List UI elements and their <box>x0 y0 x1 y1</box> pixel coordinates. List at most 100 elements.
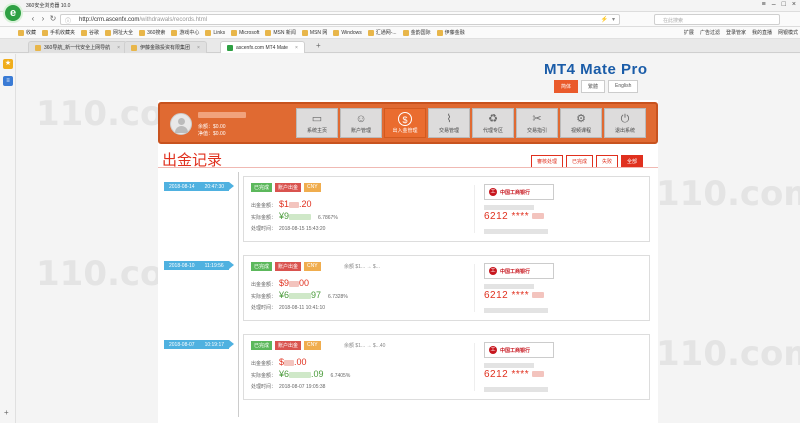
record-date: 2018-08-10 <box>169 263 195 269</box>
card-number: 6212 **** <box>484 369 545 380</box>
close-tab-icon[interactable]: × <box>197 45 200 51</box>
refresh-icon[interactable]: ↻ <box>48 14 58 24</box>
folder-icon <box>333 29 340 36</box>
bookmark-item[interactable]: 网址大全 <box>105 29 133 36</box>
bookmark-item[interactable]: 360搜索 <box>139 29 165 36</box>
url-input[interactable]: ⓘ http://crm.ascenfx.com/withdrawals/rec… <box>60 14 620 25</box>
tab-yiteng[interactable]: 伊藤金融投资有限集团 × <box>124 41 207 53</box>
forward-icon[interactable]: › <box>38 14 48 24</box>
bank-name: 中国工商银行 <box>500 347 531 354</box>
menu-item-label: 账户管理 <box>350 128 371 134</box>
folder-icon <box>265 29 272 36</box>
bookmark-item[interactable]: Links <box>205 29 225 36</box>
new-tab-icon[interactable]: + <box>316 41 321 50</box>
browser-sidebar: ★ ≡ + <box>0 54 16 423</box>
main-menu: ▭ 系统主页 ☺ 账户管理 $ 出入金管理 ⌇ 交易管理 ♻ 代理专区 ✂ 交易指引 ⚙ 视频课程 ⏻ 退出系… <box>296 108 646 138</box>
bank-logo: 工 中国工商银行 <box>484 184 554 200</box>
record-date-tag: 2018-08-07 10:19:17 <box>164 340 235 349</box>
out-amount-suffix: .00 <box>294 357 307 367</box>
bookmark-item[interactable]: MSN 新闻 <box>265 29 296 36</box>
bookmark-item[interactable]: 游戏中心 <box>171 29 199 36</box>
folder-icon <box>105 29 112 36</box>
actual-amount-suffix: .09 <box>311 369 324 379</box>
tools-icon: ✂ <box>532 113 542 125</box>
tab-label: 360导航_新一代安全上网导航 <box>44 45 111 51</box>
menu-item-3[interactable]: ⌇ 交易管理 <box>428 108 470 138</box>
toolbar-extension-item[interactable]: 扩展 <box>684 29 694 36</box>
account-name-redacted <box>198 112 246 118</box>
brand-title: MT4 Mate Pro <box>544 61 648 78</box>
bookmark-item[interactable]: 谷歌 <box>81 29 99 36</box>
menu-item-label: 交易指引 <box>526 128 547 134</box>
search-input[interactable]: 在此搜索 <box>654 14 780 25</box>
toolbar-extension-item[interactable]: 网银模式 <box>778 29 798 36</box>
menu-item-1[interactable]: ☺ 账户管理 <box>340 108 382 138</box>
record-card: 已完成 账户出金 CNY 余额 $1... → $...40 出金金额： $ .00 … <box>243 334 650 400</box>
user-icon: ☺ <box>355 113 367 125</box>
redacted-digits <box>289 201 300 208</box>
record-tags: 已完成 账户出金 CNY <box>251 262 321 271</box>
redacted-bank-branch <box>484 229 548 234</box>
tab-favicon <box>35 44 41 51</box>
lang-english[interactable]: English <box>608 80 639 93</box>
lang-simplified[interactable]: 简体 <box>554 80 579 93</box>
close-tab-icon[interactable]: × <box>295 45 298 51</box>
record-date: 2018-08-14 <box>169 184 195 190</box>
menu-icon[interactable]: ≡ <box>762 1 766 8</box>
record-time: 11:19:56 <box>204 263 224 269</box>
close-icon[interactable]: × <box>792 1 796 8</box>
bookmark-item[interactable]: 伊藤金融 <box>436 29 465 36</box>
maximize-icon[interactable]: □ <box>782 1 786 8</box>
favorites-star-icon[interactable]: ★ <box>3 59 13 69</box>
watermark: 110.com <box>656 174 800 214</box>
url-host: http://crm.ascenfx.com <box>79 17 140 23</box>
reading-list-icon[interactable]: ≡ <box>3 76 13 86</box>
processed-time-label: 处理时间： <box>251 226 277 232</box>
bookmark-item[interactable]: MSN 网 <box>301 29 327 36</box>
bookmark-item[interactable]: 手机收藏夹 <box>42 29 75 36</box>
bookmark-item[interactable]: 收藏 <box>18 29 36 36</box>
actual-amount-value: ¥9 <box>279 211 312 221</box>
redacted-digits <box>532 292 545 299</box>
folder-icon <box>231 29 238 36</box>
title-divider <box>158 167 658 168</box>
minimize-icon[interactable]: – <box>772 1 776 8</box>
menu-item-4[interactable]: ♻ 代理专区 <box>472 108 514 138</box>
toolbar-extension-item[interactable]: 登录管家 <box>726 29 746 36</box>
recycle-icon: ♻ <box>488 113 498 125</box>
tab-360-nav[interactable]: 360导航_新一代安全上网导航 × <box>28 41 128 53</box>
dropdown-icon[interactable]: ▾ <box>612 16 615 23</box>
bank-name: 中国工商银行 <box>500 189 531 196</box>
back-icon[interactable]: ‹ <box>28 14 38 24</box>
bookmark-item[interactable]: Microsoft <box>231 29 259 36</box>
menu-item-2[interactable]: $ 出入金管理 <box>384 108 426 138</box>
record-card: 已完成 账户出金 CNY 余额 $1... → $... 出金金额： $9 00 实际… <box>243 255 650 321</box>
add-sidebar-icon[interactable]: + <box>4 408 9 417</box>
close-tab-icon[interactable]: × <box>117 45 120 51</box>
menu-item-7[interactable]: ⏻ 退出系统 <box>604 108 646 138</box>
processed-time-value: 2018-08-15 15:43:20 <box>279 226 326 232</box>
menu-item-0[interactable]: ▭ 系统主页 <box>296 108 338 138</box>
toolbar-extension-item[interactable]: 我的直播 <box>752 29 772 36</box>
exit-icon: ⏻ <box>620 113 630 125</box>
bookmark-item[interactable]: 金韵国际 <box>402 29 431 36</box>
menu-item-6[interactable]: ⚙ 视频课程 <box>560 108 602 138</box>
lang-traditional[interactable]: 繁體 <box>581 80 606 93</box>
bookmark-label: 收藏 <box>26 30 37 36</box>
bookmark-label: 汇通网-... <box>375 30 397 36</box>
out-amount-row: 出金金额： $ .00 <box>251 357 307 367</box>
out-amount-value: $ .00 <box>279 357 307 367</box>
tab-mt4-mate[interactable]: ascenfx.com MT4 Mate × <box>220 41 305 53</box>
redacted-bank-branch <box>484 387 548 392</box>
actual-amount-label: 实际金额： <box>251 215 277 221</box>
bookmark-item[interactable]: Windows <box>333 29 362 36</box>
menu-item-label: 退出系统 <box>614 128 635 134</box>
language-switcher: 简体 繁體 English <box>554 80 639 93</box>
page-info-icon[interactable]: ⓘ <box>65 16 71 25</box>
menu-item-label: 出入金管理 <box>392 128 418 134</box>
menu-item-5[interactable]: ✂ 交易指引 <box>516 108 558 138</box>
redacted-digits <box>289 280 300 287</box>
toolbar-extension-item[interactable]: 广告过滤 <box>700 29 720 36</box>
bookmark-item[interactable]: 汇通网-... <box>367 29 397 36</box>
lightning-icon[interactable]: ⚡ <box>601 16 608 23</box>
